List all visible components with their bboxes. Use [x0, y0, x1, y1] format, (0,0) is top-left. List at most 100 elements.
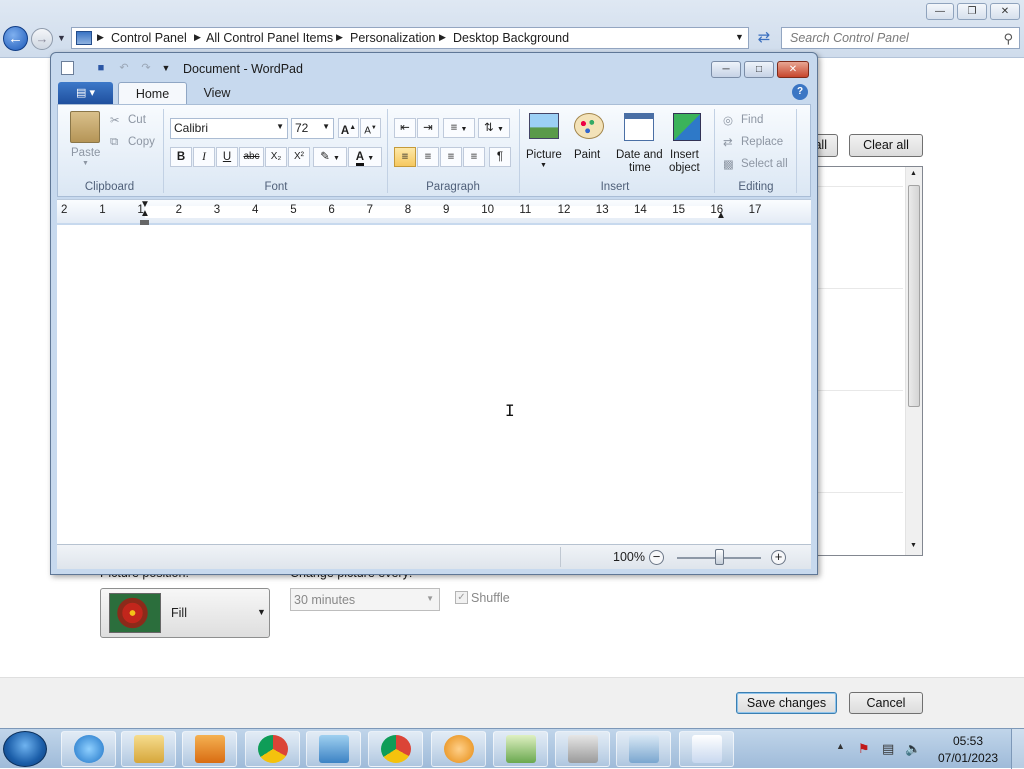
cut-button[interactable]: Cut: [128, 114, 146, 126]
volume-muted-icon[interactable]: 🔈: [905, 741, 921, 757]
scrollbar-thumb[interactable]: [908, 185, 920, 407]
insert-object-button[interactable]: Insert: [670, 149, 699, 161]
highlight-color-button[interactable]: ✎ ▼: [313, 147, 347, 167]
binoculars-icon[interactable]: ◎: [723, 113, 733, 127]
italic-button[interactable]: I: [193, 147, 215, 167]
replace-button[interactable]: Replace: [741, 136, 783, 148]
indent-marker-icon[interactable]: ▼ ▲: [140, 200, 150, 227]
insert-object-icon[interactable]: [673, 113, 701, 141]
save-icon[interactable]: ■: [94, 61, 108, 75]
align-center-icon[interactable]: ≡: [417, 147, 439, 167]
taskbar-fax-scanner-button[interactable]: [555, 731, 610, 767]
find-button[interactable]: Find: [741, 114, 763, 126]
vertical-scrollbar[interactable]: ▲ ▼: [905, 167, 922, 555]
taskbar-wordpad-button[interactable]: [679, 731, 734, 767]
calendar-icon[interactable]: [624, 113, 654, 141]
paint-palette-icon[interactable]: [574, 113, 604, 139]
taskbar-media-player-button[interactable]: [182, 731, 237, 767]
undo-icon[interactable]: ↶: [117, 61, 131, 75]
show-desktop-button[interactable]: [1011, 729, 1024, 769]
breadcrumb-personalization[interactable]: Personalization: [350, 31, 435, 45]
wallpaper-list[interactable]: ▲ ▼: [817, 166, 923, 556]
zoom-in-icon[interactable]: +: [771, 550, 786, 565]
address-dropdown-icon[interactable]: ▼: [735, 32, 744, 42]
breadcrumb-desktop-background[interactable]: Desktop Background: [453, 31, 569, 45]
quick-access-dropdown-icon[interactable]: ▼: [159, 61, 173, 75]
file-menu-button[interactable]: ▤ ▾: [58, 82, 113, 104]
breadcrumb-separator-icon[interactable]: ▶: [194, 32, 201, 43]
select-all-button[interactable]: Select all: [741, 158, 788, 170]
line-spacing-icon[interactable]: ⇅ ▼: [478, 118, 510, 138]
save-changes-button[interactable]: Save changes: [736, 692, 837, 714]
zoom-out-icon[interactable]: −: [649, 550, 664, 565]
picture-icon[interactable]: [529, 113, 559, 139]
select-all-icon[interactable]: ▩: [723, 157, 734, 171]
redo-icon[interactable]: ↷: [139, 61, 153, 75]
close-button[interactable]: ✕: [777, 61, 809, 78]
shuffle-checkbox[interactable]: ✓: [455, 591, 468, 604]
paste-button[interactable]: Paste: [71, 147, 100, 159]
taskbar-internet-explorer-button[interactable]: [61, 731, 116, 767]
restore-button[interactable]: ❐: [957, 3, 987, 20]
taskbar-file-app-button[interactable]: [616, 731, 671, 767]
taskbar-search-tool-button[interactable]: [431, 731, 486, 767]
cancel-button[interactable]: Cancel: [849, 692, 923, 714]
search-input[interactable]: Search Control Panel ⚲: [781, 27, 1020, 49]
bold-button[interactable]: B: [170, 147, 192, 167]
breadcrumb-control-panel[interactable]: Control Panel: [111, 31, 187, 45]
chevron-down-icon[interactable]: ▼: [540, 162, 547, 169]
decrease-indent-icon[interactable]: ⇤: [394, 118, 416, 138]
taskbar-notepad-app-button[interactable]: [493, 731, 548, 767]
superscript-button[interactable]: X²: [288, 147, 310, 167]
scroll-down-icon[interactable]: ▼: [910, 542, 917, 549]
tab-home[interactable]: Home: [118, 82, 187, 105]
justify-icon[interactable]: ≡: [463, 147, 485, 167]
font-family-select[interactable]: Calibri ▼: [170, 118, 288, 139]
font-size-select[interactable]: 72 ▼: [291, 118, 334, 139]
taskbar-windows-explorer-button[interactable]: [121, 731, 176, 767]
paste-icon[interactable]: [70, 111, 100, 143]
breadcrumb-separator-icon[interactable]: ▶: [97, 32, 104, 43]
taskbar-chrome-button[interactable]: [368, 731, 423, 767]
refresh-icon[interactable]: ⇄: [753, 28, 775, 48]
paint-drawing-button[interactable]: Paint: [574, 149, 600, 161]
align-right-icon[interactable]: ≡: [440, 147, 462, 167]
increase-indent-icon[interactable]: ⇥: [417, 118, 439, 138]
clock-date[interactable]: 07/01/2023: [938, 751, 998, 765]
zoom-slider-thumb[interactable]: [714, 549, 724, 565]
taskbar-chrome-button[interactable]: [245, 731, 300, 767]
wordpad-app-icon[interactable]: [61, 61, 74, 75]
clock-time[interactable]: 05:53: [953, 734, 983, 748]
minimize-button[interactable]: ─: [711, 61, 741, 78]
start-button[interactable]: [3, 731, 47, 767]
align-left-icon[interactable]: ≡: [394, 147, 416, 167]
scissors-icon[interactable]: ✂: [110, 113, 120, 127]
breadcrumb-all-items[interactable]: All Control Panel Items: [206, 31, 333, 45]
forward-button[interactable]: →: [31, 28, 53, 50]
address-bar[interactable]: ▶ Control Panel ▶ All Control Panel Item…: [71, 27, 749, 49]
subscript-button[interactable]: X₂: [265, 147, 287, 167]
maximize-button[interactable]: □: [744, 61, 774, 78]
strikethrough-button[interactable]: abc: [239, 147, 264, 167]
recent-pages-dropdown-icon[interactable]: ▼: [57, 33, 66, 43]
zoom-level[interactable]: 100%: [613, 550, 645, 564]
paragraph-settings-icon[interactable]: ¶: [489, 147, 511, 167]
replace-icon[interactable]: ⇄: [723, 135, 733, 149]
breadcrumb-separator-icon[interactable]: ▶: [336, 32, 343, 43]
copy-button[interactable]: Copy: [128, 136, 155, 148]
bullets-icon[interactable]: ≡ ▼: [443, 118, 475, 138]
action-center-icon[interactable]: ⚑: [858, 741, 870, 757]
change-interval-dropdown[interactable]: 30 minutes ▼: [290, 588, 440, 611]
tab-view[interactable]: View: [187, 82, 247, 105]
text-color-button[interactable]: A ▼: [348, 147, 382, 167]
underline-button[interactable]: U: [216, 147, 238, 167]
minimize-button[interactable]: —: [926, 3, 954, 20]
network-icon[interactable]: ▤: [882, 741, 894, 757]
help-icon[interactable]: ?: [792, 84, 808, 100]
document-editor[interactable]: I: [57, 225, 811, 544]
chevron-down-icon[interactable]: ▼: [82, 160, 89, 167]
clear-all-button[interactable]: Clear all: [849, 134, 923, 157]
ruler[interactable]: 2 1 1 2 3 4 5 6 7 8 9 10 11 12 13 14 15 16 17 ▼ ▲ ▲: [57, 199, 811, 225]
right-indent-marker-icon[interactable]: ▲: [716, 210, 726, 221]
scroll-up-icon[interactable]: ▲: [910, 170, 917, 177]
